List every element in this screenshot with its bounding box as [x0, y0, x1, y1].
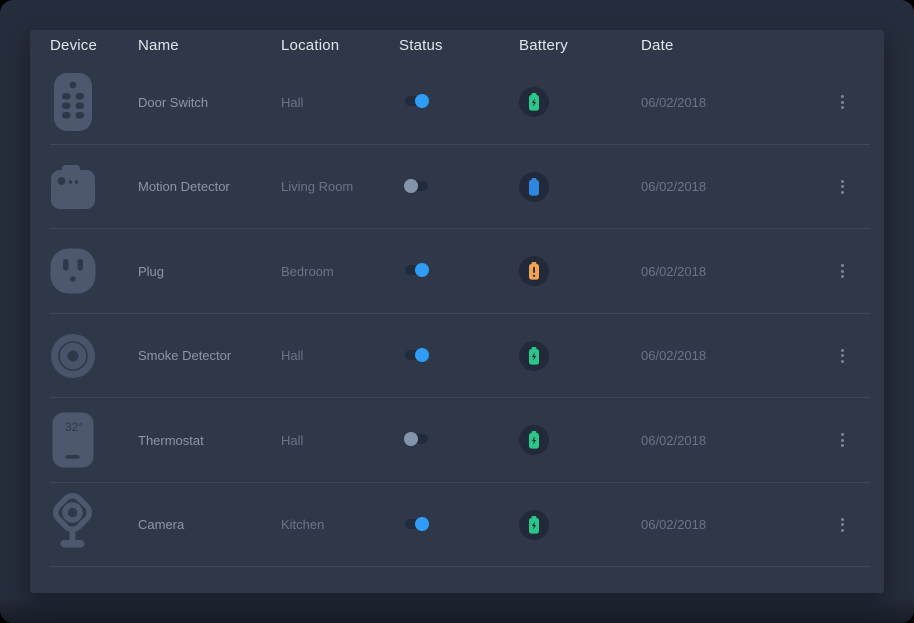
kebab-menu-icon[interactable]	[837, 345, 848, 367]
table-row: Plug Bedroom 06/02/2018	[30, 229, 884, 314]
toggle-knob	[415, 263, 429, 277]
col-header-status: Status	[399, 37, 519, 54]
device-location: Hall	[281, 95, 303, 110]
col-header-location: Location	[281, 37, 399, 54]
battery-charging-icon	[519, 510, 549, 540]
device-date: 06/02/2018	[641, 179, 706, 194]
device-date: 06/02/2018	[641, 264, 706, 279]
device-date: 06/02/2018	[641, 95, 706, 110]
status-toggle[interactable]	[405, 519, 428, 529]
table-row: Camera Kitchen 06/02/2018	[30, 483, 884, 568]
kebab-menu-icon[interactable]	[837, 514, 848, 536]
plug-icon	[50, 248, 96, 294]
device-name: Camera	[138, 517, 184, 532]
camera-icon	[49, 493, 97, 557]
device-name: Door Switch	[138, 95, 208, 110]
toggle-knob	[415, 348, 429, 362]
table-footer	[30, 567, 884, 593]
battery-full-icon	[519, 172, 549, 202]
svg-text:32°: 32°	[65, 420, 83, 434]
motion-detector-icon	[50, 165, 96, 209]
device-location: Hall	[281, 433, 303, 448]
status-toggle[interactable]	[405, 434, 428, 444]
smoke-detector-icon	[50, 333, 96, 379]
thermostat-icon: 32°	[52, 412, 94, 468]
status-toggle[interactable]	[405, 350, 428, 360]
col-header-name: Name	[138, 37, 281, 54]
table-row: 32° Thermostat Hall 06/02/2018	[30, 398, 884, 483]
col-header-device: Device	[50, 37, 138, 54]
battery-charging-icon	[519, 425, 549, 455]
device-location: Bedroom	[281, 264, 334, 279]
device-name: Plug	[138, 264, 164, 279]
device-location: Kitchen	[281, 517, 324, 532]
remote-icon	[53, 72, 93, 132]
toggle-knob	[404, 432, 418, 446]
device-name: Thermostat	[138, 433, 204, 448]
device-date: 06/02/2018	[641, 348, 706, 363]
kebab-menu-icon[interactable]	[837, 260, 848, 282]
table-body: Door Switch Hall 06/02/2018 Motion Detec…	[30, 60, 884, 567]
battery-low-icon	[519, 256, 549, 286]
table-row: Motion Detector Living Room 06/02/2018	[30, 145, 884, 230]
battery-charging-icon	[519, 87, 549, 117]
device-date: 06/02/2018	[641, 517, 706, 532]
device-location: Hall	[281, 348, 303, 363]
col-header-battery: Battery	[519, 37, 641, 54]
device-name: Smoke Detector	[138, 348, 231, 363]
toggle-knob	[404, 179, 418, 193]
app-background: Device Name Location Status Battery Date…	[0, 0, 914, 623]
col-header-date: Date	[641, 37, 791, 54]
kebab-menu-icon[interactable]	[837, 176, 848, 198]
toggle-knob	[415, 517, 429, 531]
device-location: Living Room	[281, 179, 353, 194]
table-row: Door Switch Hall 06/02/2018	[30, 60, 884, 145]
device-table-card: Device Name Location Status Battery Date…	[30, 30, 884, 593]
toggle-knob	[415, 94, 429, 108]
device-name: Motion Detector	[138, 179, 230, 194]
table-header: Device Name Location Status Battery Date	[30, 30, 884, 60]
status-toggle[interactable]	[405, 96, 428, 106]
kebab-menu-icon[interactable]	[837, 91, 848, 113]
status-toggle[interactable]	[405, 181, 428, 191]
device-date: 06/02/2018	[641, 433, 706, 448]
kebab-menu-icon[interactable]	[837, 429, 848, 451]
status-toggle[interactable]	[405, 265, 428, 275]
battery-charging-icon	[519, 341, 549, 371]
table-row: Smoke Detector Hall 06/02/2018	[30, 314, 884, 399]
